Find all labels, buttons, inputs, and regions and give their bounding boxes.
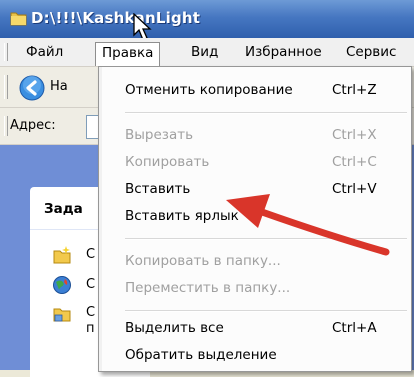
- address-label: Адрес:: [10, 118, 56, 133]
- task-item-3[interactable]: С: [86, 305, 95, 320]
- menu-item-paste[interactable]: Вставить Ctrl+V: [125, 176, 407, 202]
- edit-dropdown-menu: Отменить копирование Ctrl+Z Вырезать Ctr…: [98, 66, 412, 372]
- menubar-grip: [4, 43, 8, 61]
- task-item-1[interactable]: С: [86, 247, 95, 262]
- new-folder-icon: [53, 246, 71, 264]
- menu-item-label: Отменить копирование: [125, 82, 293, 98]
- menu-item-select-all[interactable]: Выделить все Ctrl+A: [125, 315, 407, 341]
- menu-item-shortcut: Ctrl+C: [332, 154, 377, 170]
- back-button-label[interactable]: На: [50, 79, 68, 94]
- menu-bar: Файл Правка Вид Избранное Сервис: [0, 38, 414, 67]
- menu-item-shortcut: Ctrl+Z: [332, 82, 377, 98]
- folder-icon: [10, 12, 27, 26]
- menu-file[interactable]: Файл: [20, 42, 69, 62]
- menu-item-shortcut: Ctrl+V: [332, 181, 377, 197]
- menu-separator: [125, 112, 407, 114]
- menu-tools[interactable]: Сервис: [340, 42, 402, 62]
- menu-gutter: [99, 67, 102, 371]
- menu-item-label: Копировать в папку...: [125, 253, 281, 269]
- share-folder-icon: [53, 308, 71, 322]
- task-item-2[interactable]: С: [86, 277, 95, 292]
- task-box-header: Зада: [44, 201, 83, 217]
- menu-item-invert-selection[interactable]: Обратить выделение: [125, 342, 407, 368]
- menu-item-label: Копировать: [125, 154, 210, 170]
- menu-item-label: Вставить ярлык: [125, 208, 239, 224]
- back-arrow-icon[interactable]: [19, 75, 45, 101]
- task-item-3-line2: п: [86, 321, 95, 336]
- title-bar: D:\!!!\KashkanLight: [0, 0, 414, 39]
- globe-icon: [53, 276, 71, 294]
- menu-item-cut: Вырезать Ctrl+X: [125, 122, 407, 148]
- menu-item-paste-shortcut[interactable]: Вставить ярлык: [125, 203, 407, 229]
- menu-item-undo-copy[interactable]: Отменить копирование Ctrl+Z: [125, 77, 407, 103]
- toolbar-grip: [4, 75, 8, 99]
- menu-item-shortcut: Ctrl+X: [332, 127, 377, 143]
- menu-edit[interactable]: Правка: [95, 42, 161, 66]
- menu-item-label: Обратить выделение: [125, 347, 277, 363]
- menu-item-label: Переместить в папку...: [125, 280, 291, 296]
- menu-item-label: Вставить: [125, 181, 191, 197]
- menu-separator: [125, 238, 407, 240]
- menu-item-copy-to-folder: Копировать в папку...: [125, 248, 407, 274]
- menu-item-label: Выделить все: [125, 320, 224, 336]
- window-title: D:\!!!\KashkanLight: [31, 9, 201, 27]
- menu-view[interactable]: Вид: [185, 42, 224, 62]
- menu-item-copy: Копировать Ctrl+C: [125, 149, 407, 175]
- menu-separator: [125, 310, 407, 312]
- menu-favorites[interactable]: Избранное: [239, 42, 328, 62]
- menu-item-move-to-folder: Переместить в папку...: [125, 275, 407, 301]
- menu-item-label: Вырезать: [125, 127, 194, 143]
- addressbar-grip: [4, 116, 8, 136]
- menu-item-shortcut: Ctrl+A: [332, 320, 377, 336]
